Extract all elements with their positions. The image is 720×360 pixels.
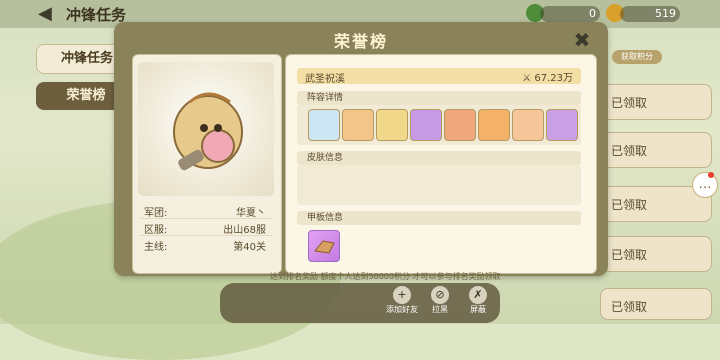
info-key: 军团: [144, 208, 168, 219]
info-row-server: 区服: 出山68服 [140, 219, 272, 236]
skins-body [297, 165, 581, 205]
reward-row[interactable]: 已领取 [600, 288, 712, 320]
hero-portrait[interactable] [512, 109, 544, 141]
deck-header: 甲板信息 [297, 211, 581, 225]
coin-count: 519 [620, 6, 680, 22]
skins-title: 皮肤信息 [307, 153, 344, 163]
honor-score: ⚔ 67.23万 [522, 69, 573, 84]
mute-icon: ✗ [469, 286, 487, 304]
hero-portrait[interactable] [478, 109, 510, 141]
block-label: 拉黑 [432, 305, 448, 314]
info-key: 主线: [144, 242, 168, 253]
hero-portrait[interactable] [308, 109, 340, 141]
info-value: 华夏丶 [236, 208, 266, 219]
hero-portrait[interactable] [342, 109, 374, 141]
skins-header: 皮肤信息 [297, 151, 581, 165]
add-friend-icon: + [393, 286, 411, 304]
player-portrait [138, 62, 274, 196]
deck-title: 甲板信息 [307, 213, 344, 223]
ranking-notice: 达到排名奖励 额度个人达到50000积分 才可以参与排名奖励领取 [270, 272, 501, 281]
block-icon: ⊘ [431, 286, 449, 304]
deck-item[interactable] [308, 230, 340, 262]
lineup-title: 阵容详情 [307, 93, 344, 103]
mute-button[interactable]: ✗ 屏蔽 [458, 286, 498, 320]
claimed-label: 已领取 [611, 198, 648, 212]
reward-row[interactable]: 已领取 [600, 236, 712, 272]
gem-count: 0 [540, 6, 600, 22]
info-row-mainline: 主线: 第40关 [140, 236, 272, 253]
info-key: 区服: [144, 225, 168, 236]
page-title: 冲锋任务 [66, 6, 127, 24]
chat-bubble-icon[interactable]: … [692, 172, 718, 198]
info-row-legion: 军团: 华夏丶 [140, 202, 272, 219]
hero-portrait[interactable] [410, 109, 442, 141]
info-value: 第40关 [233, 242, 266, 253]
reward-row[interactable]: 已领取 [600, 84, 712, 120]
deck-board-icon [314, 240, 335, 254]
back-arrow-icon[interactable]: ◀ [38, 5, 60, 23]
claimed-label: 已领取 [611, 300, 648, 314]
earn-points-button[interactable]: 获取积分 [612, 50, 662, 64]
notification-dot [708, 172, 714, 178]
claimed-label: 已领取 [611, 248, 648, 262]
lineup-header: 阵容详情 [297, 91, 581, 105]
block-button[interactable]: ⊘ 拉黑 [420, 286, 460, 320]
reward-row[interactable]: 已领取 [600, 132, 712, 168]
dialog-header: 荣誉榜 [116, 24, 606, 52]
honor-bar: 武圣祝溪 ⚔ 67.23万 [297, 68, 581, 85]
mute-label: 屏蔽 [470, 305, 486, 314]
claimed-label: 已领取 [611, 144, 648, 158]
hero-portrait[interactable] [444, 109, 476, 141]
dialog-title: 荣誉榜 [333, 32, 388, 51]
info-value: 出山68服 [223, 225, 266, 236]
honor-score-value: 67.23万 [534, 73, 573, 84]
honor-name: 武圣祝溪 [305, 74, 345, 85]
swords-icon: ⚔ [522, 73, 532, 84]
character-illustration [173, 92, 243, 171]
close-icon[interactable]: ✖ [570, 29, 594, 51]
claimed-label: 已领取 [611, 96, 648, 110]
hero-portrait[interactable] [546, 109, 578, 141]
add-friend-label: 添加好友 [386, 305, 418, 314]
add-friend-button[interactable]: + 添加好友 [382, 286, 422, 320]
hero-portrait[interactable] [376, 109, 408, 141]
